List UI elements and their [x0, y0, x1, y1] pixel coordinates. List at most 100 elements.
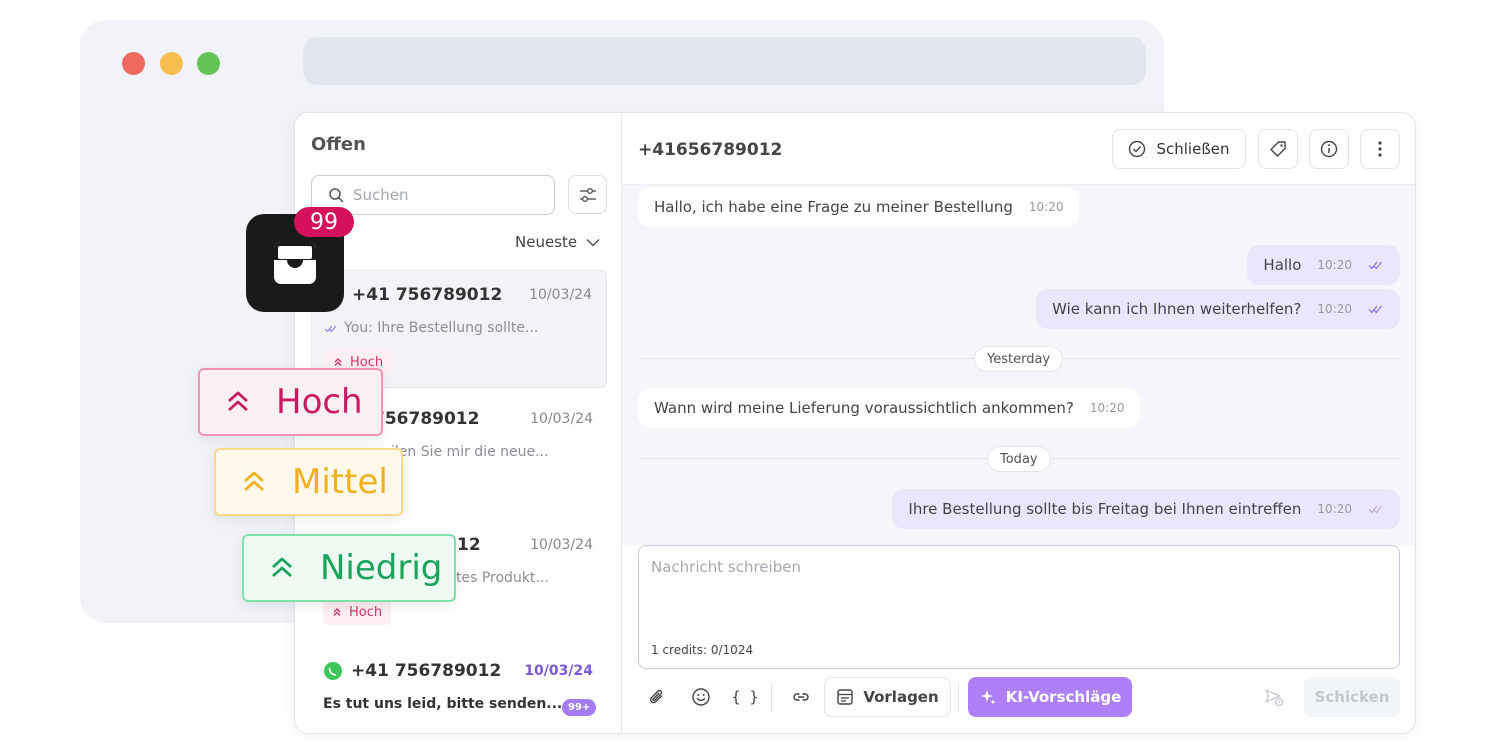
double-check-icon [1368, 305, 1382, 314]
conversation-date: 10/03/24 [529, 287, 592, 303]
link-button[interactable] [782, 677, 820, 717]
search-icon [329, 188, 344, 203]
window-minimize-dot[interactable] [160, 52, 183, 75]
search-input[interactable] [353, 186, 533, 204]
double-chevron-up-icon [334, 358, 342, 366]
sort-dropdown[interactable]: Neueste [515, 233, 600, 251]
chat-panel: +41656789012 Schließen Hallo, ich habe e… [622, 113, 1415, 733]
double-chevron-up-icon [228, 391, 248, 412]
priority-card-medium[interactable]: Mittel [214, 448, 403, 516]
priority-card-label: Hoch [276, 382, 363, 422]
conversation-date: 10/03/24 [524, 663, 593, 679]
conversation-phone: +41 756789012 [351, 661, 502, 681]
variables-button[interactable]: { } [726, 677, 764, 717]
outgoing-message: Ihre Bestellung sollte bis Freitag bei I… [892, 489, 1400, 529]
paperclip-icon [650, 689, 663, 704]
incoming-message: Hallo, ich habe eine Frage zu meiner Bes… [638, 187, 1080, 227]
sliders-icon [579, 187, 596, 202]
double-chevron-up-icon [272, 557, 292, 578]
emoji-button[interactable] [682, 677, 720, 717]
link-icon [793, 693, 809, 701]
sort-value: Neueste [515, 233, 578, 251]
tag-icon [1270, 141, 1286, 157]
priority-card-label: Niedrig [320, 548, 443, 588]
message-time: 10:20 [1089, 401, 1125, 415]
close-button-label: Schließen [1156, 140, 1230, 158]
filter-button[interactable] [568, 175, 607, 214]
send-button[interactable]: Schicken [1304, 677, 1400, 717]
outgoing-message: Wie kann ich Ihnen weiterhelfen? 10:20 [1036, 289, 1400, 329]
template-icon [837, 689, 854, 705]
message-time: 10:20 [1028, 200, 1064, 214]
double-chevron-up-icon [333, 608, 341, 616]
message-time: 10:20 [1317, 302, 1352, 316]
window-maximize-dot[interactable] [197, 52, 220, 75]
priority-card-label: Mittel [292, 462, 388, 502]
priority-tag: Hoch [323, 599, 392, 625]
message-time: 10:20 [1317, 258, 1352, 272]
more-options-button[interactable] [1360, 129, 1400, 169]
templates-button[interactable]: Vorlagen [824, 677, 951, 717]
conversation-phone: +41 756789012 [352, 285, 503, 305]
schedule-send-button[interactable] [1254, 677, 1294, 717]
double-check-icon [324, 325, 337, 332]
close-conversation-button[interactable]: Schließen [1112, 129, 1246, 169]
conversation-preview-row: You: Ihre Bestellung sollte... [324, 320, 538, 336]
conversation-preview: Es tut uns leid, bitte senden... [323, 696, 563, 712]
more-vertical-icon [1378, 141, 1382, 157]
conversation-phone: 756789012 [373, 409, 480, 429]
smiley-icon [692, 688, 710, 706]
conversation-phone: 12 [457, 535, 481, 555]
braces-icon: { } [731, 688, 759, 706]
address-bar[interactable] [303, 37, 1146, 85]
info-button[interactable] [1309, 129, 1349, 169]
message-text: Wann wird meine Lieferung voraussichtlic… [654, 399, 1074, 417]
message-list: Hallo, ich habe eine Frage zu meiner Bes… [622, 185, 1415, 545]
ai-suggestions-button[interactable]: KI-Vorschläge [968, 677, 1132, 717]
conversation-date: 10/03/24 [530, 537, 593, 553]
tag-button[interactable] [1258, 129, 1298, 169]
unread-count-badge: 99+ [562, 699, 597, 716]
whatsapp-icon [324, 662, 342, 680]
chevron-down-icon [586, 238, 600, 247]
inbox-tray-icon [274, 242, 316, 284]
message-composer: 1 credits: 0/1024 [638, 545, 1400, 669]
message-time: 10:20 [1317, 502, 1352, 516]
date-divider-label: Yesterday [974, 346, 1064, 372]
sparkle-icon [980, 690, 996, 705]
inbox-app-window: Offen by Neueste +41 756789012 10/03/24 … [294, 112, 1416, 734]
conversation-preview: ilen Sie mir die neue... [391, 444, 549, 460]
message-text: Hallo [1263, 256, 1302, 274]
conversation-preview: You: Ihre Bestellung sollte... [344, 320, 539, 336]
message-text: Hallo, ich habe eine Frage zu meiner Bes… [654, 198, 1013, 216]
toolbar-divider [958, 683, 959, 713]
double-check-icon [1368, 261, 1382, 270]
list-title: Offen [311, 134, 366, 155]
send-later-icon [1265, 689, 1284, 707]
inbox-count-badge: 99 [294, 207, 354, 237]
priority-card-high[interactable]: Hoch [198, 368, 383, 436]
outgoing-message: Hallo 10:20 [1247, 245, 1400, 285]
ai-suggestions-label: KI-Vorschläge [1005, 688, 1122, 706]
date-divider-label: Today [987, 446, 1051, 472]
chat-header: +41656789012 Schließen [622, 113, 1415, 185]
credits-counter: 1 credits: 0/1024 [651, 643, 754, 657]
chat-contact-phone: +41656789012 [638, 140, 783, 160]
double-chevron-up-icon [244, 471, 264, 492]
message-text: Ihre Bestellung sollte bis Freitag bei I… [908, 500, 1302, 518]
conversation-date: 10/03/24 [530, 411, 593, 427]
check-circle-icon [1129, 140, 1146, 158]
window-close-dot[interactable] [122, 52, 145, 75]
priority-tag-label: Hoch [349, 604, 383, 620]
toolbar-divider [771, 683, 772, 713]
info-icon [1320, 140, 1338, 158]
attach-button[interactable] [638, 677, 676, 717]
conversation-item[interactable]: +41 756789012 10/03/24 Es tut uns leid, … [311, 647, 607, 733]
message-input[interactable] [651, 558, 1381, 628]
double-check-icon [1368, 505, 1382, 514]
composer-toolbar: { } Vorlagen KI-Vorschläge Schicken [638, 677, 1400, 719]
message-text: Wie kann ich Ihnen weiterhelfen? [1052, 300, 1302, 318]
incoming-message: Wann wird meine Lieferung voraussichtlic… [638, 388, 1141, 428]
conversation-preview: tes Produkt... [456, 570, 549, 586]
priority-card-low[interactable]: Niedrig [242, 534, 456, 602]
